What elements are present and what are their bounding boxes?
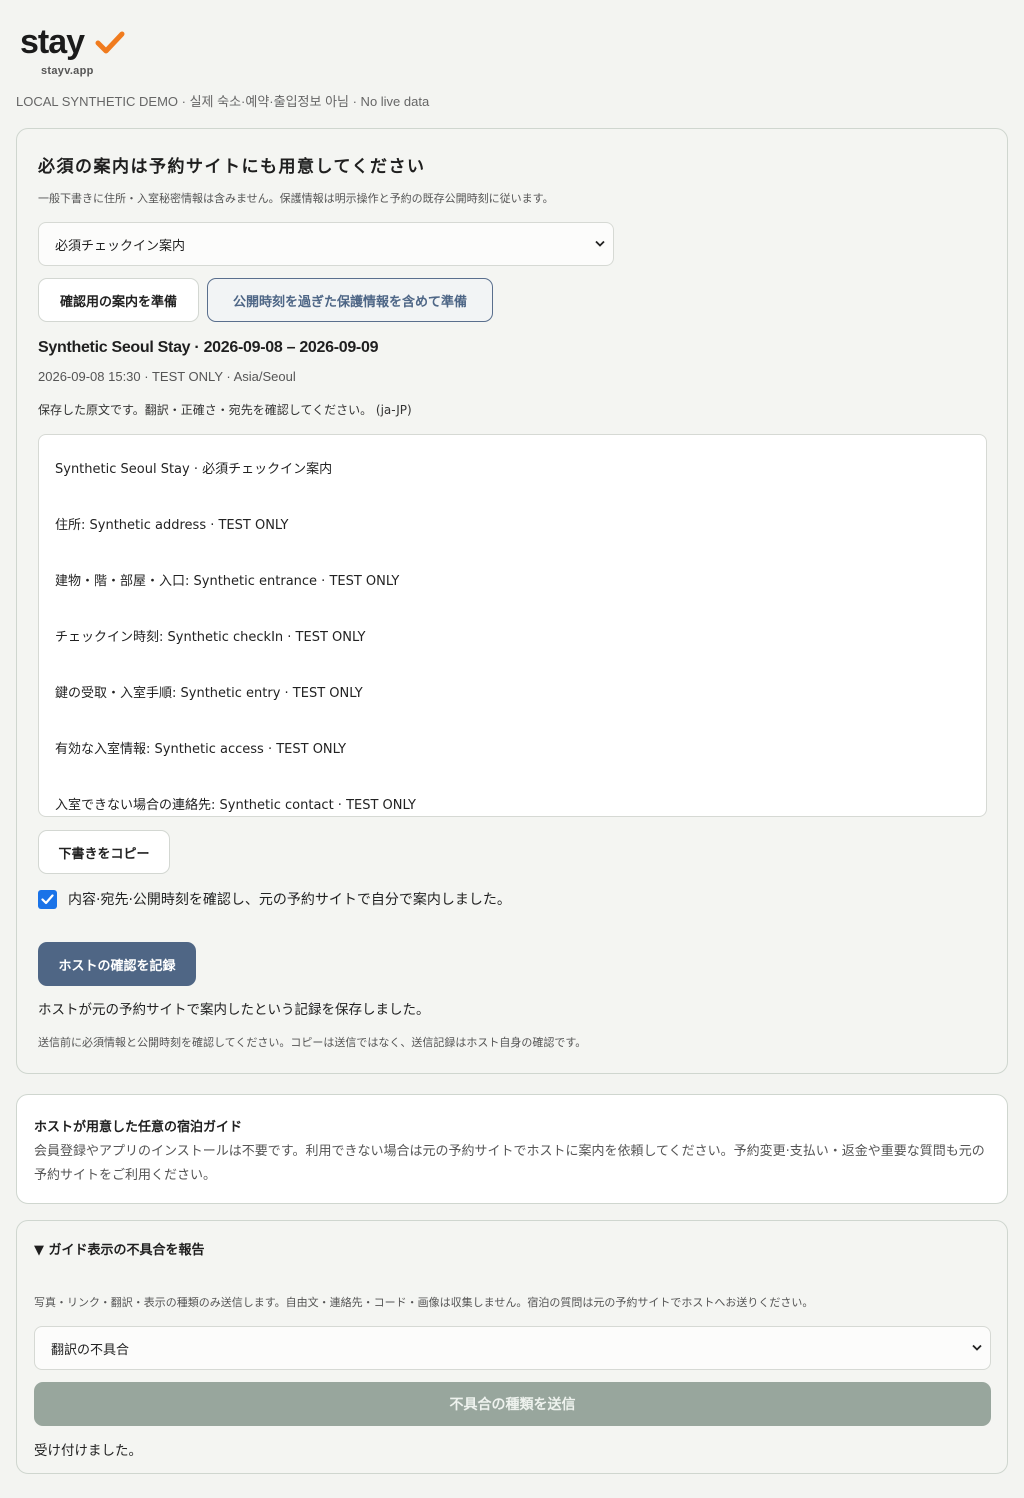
- draft-line: 入室できない場合の連絡先: Synthetic contact · TEST O…: [55, 798, 416, 813]
- brand-logo: stay stayv.app: [20, 22, 125, 77]
- chevron-down-icon: [972, 1344, 982, 1351]
- issue-type-select[interactable]: 翻訳の不具合: [34, 1326, 991, 1370]
- logo-domain: stayv.app: [41, 65, 94, 77]
- stay-meta: 2026-09-08 15:30 · TEST ONLY · Asia/Seou…: [38, 369, 296, 384]
- checkmark-icon: [41, 894, 54, 905]
- card-subtitle: 一般下書きに住所・入室秘密情報は含みません。保護情報は明示操作と予約の既存公開時…: [38, 192, 554, 205]
- draft-textarea[interactable]: Synthetic Seoul Stay · 必須チェックイン案内 住所: Sy…: [38, 434, 987, 817]
- demo-banner: LOCAL SYNTHETIC DEMO · 실제 숙소·예약·출입정보 아님 …: [16, 94, 430, 109]
- copy-draft-button[interactable]: 下書きをコピー: [38, 830, 170, 874]
- checkmark-icon: [95, 31, 125, 54]
- report-status: 受け付けました。: [34, 1443, 142, 1459]
- guide-body: 会員登録やアプリのインストールは不要です。利用できない場合は元の予約サイトでホス…: [34, 1144, 985, 1183]
- original-text-note: 保存した原文です。翻訳・正確さ・宛先を確認してください。 (ja-JP): [38, 403, 412, 417]
- checkin-notice-card: 必須の案内は予約サイトにも用意してください 一般下書きに住所・入室秘密情報は含み…: [16, 128, 1008, 1074]
- draft-line: 有効な入室情報: Synthetic access · TEST ONLY: [55, 742, 347, 757]
- prepare-protected-button[interactable]: 公開時刻を過ぎた保護情報を含めて準備: [207, 278, 493, 322]
- logo-wordmark: stay: [20, 23, 85, 61]
- draft-line: 住所: Synthetic address · TEST ONLY: [55, 518, 289, 533]
- stay-title: Synthetic Seoul Stay · 2026-09-08 – 2026…: [38, 339, 379, 356]
- chevron-down-icon: [595, 240, 605, 247]
- guide-title: ホストが用意した任意の宿泊ガイド: [34, 1120, 243, 1135]
- confirm-checkbox[interactable]: [38, 890, 57, 909]
- report-note: 写真・リンク・翻訳・表示の種類のみ送信します。自由文・連絡先・コード・画像は収集…: [34, 1296, 814, 1309]
- template-select-value: 必須チェックイン案内: [55, 238, 186, 254]
- confirm-checkbox-label[interactable]: 内容·宛先·公開時刻を確認し、元の予約サイトで自分で案内しました。: [68, 889, 511, 909]
- stay-guide-card: ホストが用意した任意の宿泊ガイド 会員登録やアプリのインストールは不要です。利用…: [16, 1094, 1008, 1204]
- template-select[interactable]: 必須チェックイン案内: [38, 222, 614, 266]
- prepare-notice-button[interactable]: 確認用の案内を準備: [38, 278, 199, 322]
- card-title: 必須の案内は予約サイトにも用意してください: [38, 157, 426, 177]
- record-host-confirmation-button[interactable]: ホストの確認を記録: [38, 942, 196, 986]
- draft-line: 鍵の受取・入室手順: Synthetic entry · TEST ONLY: [55, 686, 363, 701]
- issue-type-select-value: 翻訳の不具合: [51, 1342, 130, 1358]
- submit-issue-button[interactable]: 不具合の種類を送信: [34, 1382, 991, 1426]
- record-status: ホストが元の予約サイトで案内したという記録を保存しました。: [38, 1002, 430, 1018]
- draft-line: 建物・階・部屋・入口: Synthetic entrance · TEST ON…: [55, 574, 400, 589]
- report-issue-card: ▼ ガイド表示の不具合を報告 写真・リンク・翻訳・表示の種類のみ送信します。自由…: [16, 1220, 1008, 1474]
- report-disclosure-toggle[interactable]: ▼ ガイド表示の不具合を報告: [34, 1239, 205, 1258]
- footer-note: 送信前に必須情報と公開時刻を確認してください。コピーは送信ではなく、送信記録はホ…: [38, 1036, 587, 1049]
- draft-line: チェックイン時刻: Synthetic checkIn · TEST ONLY: [55, 630, 366, 645]
- draft-line: Synthetic Seoul Stay · 必須チェックイン案内: [55, 462, 333, 477]
